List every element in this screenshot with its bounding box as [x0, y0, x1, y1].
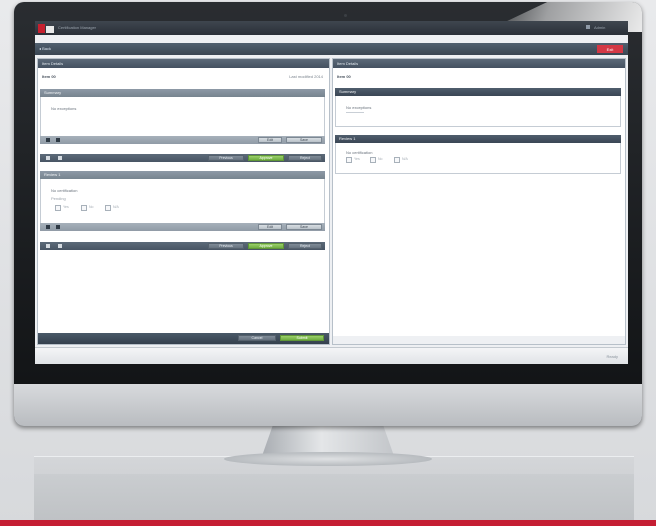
right-checkbox-no-label: No: [378, 157, 383, 161]
brand-strip: [0, 520, 656, 526]
checkbox-na-label: N/A: [113, 205, 119, 209]
app-logo-icon: [38, 24, 54, 33]
expand-icon[interactable]: [46, 138, 50, 142]
app-title: Certification Manager: [58, 25, 97, 30]
summary-divider: [346, 112, 364, 113]
exit-button[interactable]: Exit: [597, 45, 623, 53]
right-checkbox-yes-label: Yes: [354, 157, 360, 161]
review-line-1: No certification: [51, 188, 78, 193]
review-nav-bar: Previous Approve Reject: [40, 242, 325, 250]
left-panel-footer: Cancel Submit: [38, 333, 329, 344]
review-section-body: No certification Pending Yes No N/A: [40, 179, 325, 223]
left-panel-header: Item Details: [38, 59, 329, 68]
review-line-2: Pending: [51, 196, 66, 201]
user-label: Admin: [594, 25, 606, 30]
review-save-button[interactable]: Save: [286, 224, 322, 230]
left-panel: Item Details Item 00 Last modified 2014 …: [37, 58, 330, 345]
review-section-header[interactable]: Review 1: [40, 171, 325, 179]
right-panel-header: Item Details: [333, 59, 625, 68]
summary-approve-button[interactable]: Approve: [248, 155, 284, 161]
summary-previous-button[interactable]: Previous: [208, 155, 244, 161]
summary-save-button[interactable]: Save: [286, 137, 322, 143]
checkbox-no-label: No: [89, 205, 94, 209]
first-page-icon[interactable]: [46, 244, 50, 248]
right-panel: Item Details Item 00 Summary No exceptio…: [332, 58, 626, 345]
right-checkbox-yes[interactable]: [346, 157, 352, 163]
summary-nav-bar: Previous Approve Reject: [40, 154, 325, 162]
status-text: Ready: [606, 354, 618, 359]
review-previous-button[interactable]: Previous: [208, 243, 244, 249]
prev-page-icon[interactable]: [58, 156, 62, 160]
right-summary-line: No exceptions: [346, 105, 372, 110]
desk-front: [34, 474, 634, 520]
item-label: Item 00: [42, 74, 56, 79]
right-review-body: No certification Yes No N/A: [335, 143, 621, 174]
right-item-label: Item 00: [337, 74, 351, 79]
app-screen: Certification Manager Admin ◂ Back Exit …: [35, 21, 628, 364]
checkbox-yes[interactable]: [55, 205, 61, 211]
review-reject-button[interactable]: Reject: [288, 243, 322, 249]
right-panel-bottom: [333, 336, 625, 344]
collapse-icon[interactable]: [56, 138, 60, 142]
submit-button[interactable]: Submit: [280, 335, 324, 341]
right-checkbox-row: Yes No N/A: [346, 157, 456, 163]
summary-section-body: No exceptions: [40, 97, 325, 136]
summary-edit-button[interactable]: Edit: [258, 137, 282, 143]
right-review-line: No certification: [346, 150, 373, 155]
toolbar: ◂ Back Exit: [35, 43, 628, 55]
right-checkbox-na-label: N/A: [402, 157, 408, 161]
user-icon: [586, 25, 590, 29]
back-button[interactable]: ◂ Back: [39, 46, 51, 51]
collapse-icon[interactable]: [56, 225, 60, 229]
monitor-chin: [14, 384, 642, 426]
expand-icon[interactable]: [46, 225, 50, 229]
summary-line: No exceptions: [51, 106, 77, 111]
right-checkbox-no[interactable]: [370, 157, 376, 163]
right-summary-body: No exceptions: [335, 96, 621, 127]
review-approve-button[interactable]: Approve: [248, 243, 284, 249]
first-page-icon[interactable]: [46, 156, 50, 160]
item-meta: Last modified 2014: [289, 74, 323, 79]
right-review-header[interactable]: Review 1: [335, 135, 621, 143]
review-checkbox-row: Yes No N/A: [55, 205, 165, 211]
title-user-area[interactable]: Admin: [584, 25, 624, 31]
review-action-bar: Edit Save: [40, 223, 325, 231]
prev-page-icon[interactable]: [58, 244, 62, 248]
review-edit-button[interactable]: Edit: [258, 224, 282, 230]
cancel-button[interactable]: Cancel: [238, 335, 276, 341]
checkbox-yes-label: Yes: [63, 205, 69, 209]
summary-section-header[interactable]: Summary: [40, 89, 325, 97]
summary-reject-button[interactable]: Reject: [288, 155, 322, 161]
monitor-base: [224, 452, 432, 466]
summary-action-bar: Edit Save: [40, 136, 325, 144]
camera-icon: [344, 14, 347, 17]
right-summary-header[interactable]: Summary: [335, 88, 621, 96]
status-bar: Ready: [35, 347, 628, 364]
checkbox-no[interactable]: [81, 205, 87, 211]
checkbox-na[interactable]: [105, 205, 111, 211]
right-checkbox-na[interactable]: [394, 157, 400, 163]
title-bar: Certification Manager Admin: [35, 21, 628, 35]
